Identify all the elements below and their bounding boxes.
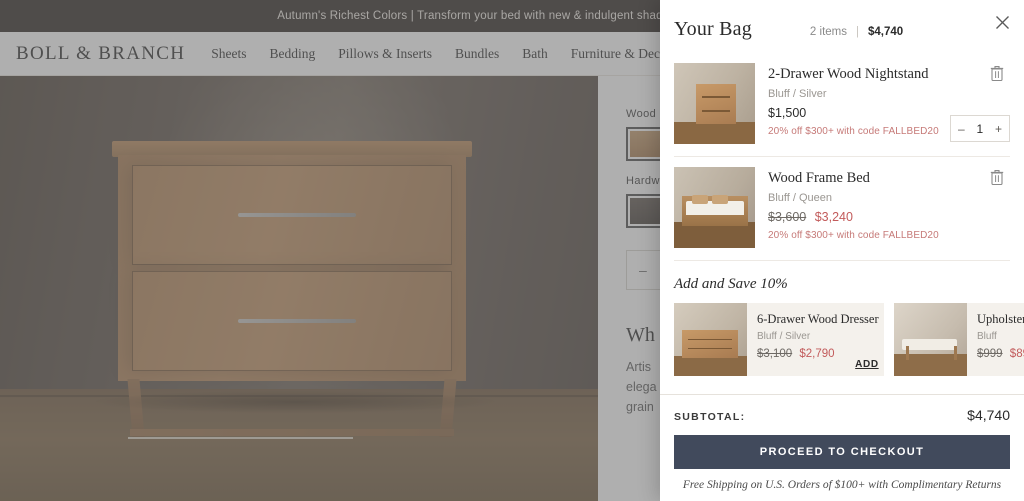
quantity-stepper[interactable]: – 1 + xyxy=(950,115,1010,142)
recommendation-name: 6-Drawer Wood Dresser xyxy=(757,312,879,326)
cart-item-name[interactable]: 2-Drawer Wood Nightstand xyxy=(768,66,1010,83)
close-icon-glyph xyxy=(995,15,1009,29)
cart-title: Your Bag xyxy=(674,18,752,40)
cart-summary-separator: | xyxy=(856,26,859,38)
recommendation-sale-price: $899 xyxy=(1009,348,1024,360)
trash-icon[interactable] xyxy=(990,169,1008,187)
browser-viewport: Autumn's Richest Colors | Transform your… xyxy=(0,0,1024,501)
recommendation-price: $999 $899 xyxy=(977,348,1024,360)
subtotal-label: SUBTOTAL: xyxy=(674,411,746,423)
recommendation-variant: Bluff / Silver xyxy=(757,331,811,342)
recommendation-original-price: $999 xyxy=(977,348,1003,360)
dresser-thumbnail xyxy=(674,303,747,376)
add-recommendation-button[interactable]: ADD xyxy=(855,359,878,370)
cart-item-count: 2 items xyxy=(809,26,847,38)
recommendation-details: Upholstered Bluff $999 $899 xyxy=(967,303,1024,376)
recommendation-sale-price: $2,790 xyxy=(799,348,835,360)
cart-line-item: 2-Drawer Wood Nightstand Bluff / Silver … xyxy=(674,53,1010,157)
quantity-increment-button[interactable]: + xyxy=(995,122,1002,136)
cart-footer: SUBTOTAL: $4,740 PROCEED TO CHECKOUT Fre… xyxy=(660,394,1024,501)
cart-item-variant: Bluff / Queen xyxy=(768,192,833,204)
cart-item-variant: Bluff / Silver xyxy=(768,88,827,100)
nightstand-thumbnail[interactable] xyxy=(674,63,755,144)
recommendation-name: Upholstered xyxy=(977,312,1024,326)
close-icon[interactable] xyxy=(990,10,1014,34)
quantity-value: 1 xyxy=(976,121,984,136)
cart-summary: 2 items | $4,740 xyxy=(810,26,903,38)
cart-item-price: $3,600 $3,240 xyxy=(768,210,1010,224)
shipping-note: Free Shipping on U.S. Orders of $100+ wi… xyxy=(682,479,1002,491)
cart-items-container: 2-Drawer Wood Nightstand Bluff / Silver … xyxy=(660,53,1024,394)
cart-total-amount: $4,740 xyxy=(868,26,904,38)
recommendation-card[interactable]: 6-Drawer Wood Dresser Bluff / Silver $3,… xyxy=(674,303,884,376)
recommendation-details: 6-Drawer Wood Dresser Bluff / Silver $3,… xyxy=(747,303,884,376)
quantity-decrement-button[interactable]: – xyxy=(958,122,965,136)
recommendation-card[interactable]: Upholstered Bluff $999 $899 xyxy=(894,303,1024,376)
cart-drawer: Your Bag 2 items | $4,740 2-Drawer Wood … xyxy=(660,0,1024,501)
cart-item-details: Wood Frame Bed Bluff / Queen $3,600 $3,2… xyxy=(755,167,1010,248)
recommendations-carousel: 6-Drawer Wood Dresser Bluff / Silver $3,… xyxy=(674,303,1024,376)
cart-item-name[interactable]: Wood Frame Bed xyxy=(768,170,1010,187)
cart-item-sale-price: $3,240 xyxy=(814,210,853,224)
bed-thumbnail[interactable] xyxy=(674,167,755,248)
recommendation-original-price: $3,100 xyxy=(757,348,793,360)
trash-icon-glyph xyxy=(990,170,1004,186)
add-and-save-heading: Add and Save 10% xyxy=(674,276,788,292)
subtotal-value: $4,740 xyxy=(967,407,1010,423)
subtotal-row: SUBTOTAL: $4,740 xyxy=(674,407,1010,423)
recommendation-variant: Bluff xyxy=(977,331,997,342)
cart-line-item: Wood Frame Bed Bluff / Queen $3,600 $3,2… xyxy=(674,157,1010,261)
trash-icon[interactable] xyxy=(990,65,1008,83)
bench-thumbnail xyxy=(894,303,967,376)
cart-header: Your Bag 2 items | $4,740 xyxy=(660,0,1024,53)
proceed-to-checkout-button[interactable]: PROCEED TO CHECKOUT xyxy=(674,435,1010,469)
trash-icon-glyph xyxy=(990,66,1004,82)
cart-item-promo: 20% off $300+ with code FALLBED20 xyxy=(768,230,939,241)
cart-item-original-price: $3,600 xyxy=(768,210,807,224)
